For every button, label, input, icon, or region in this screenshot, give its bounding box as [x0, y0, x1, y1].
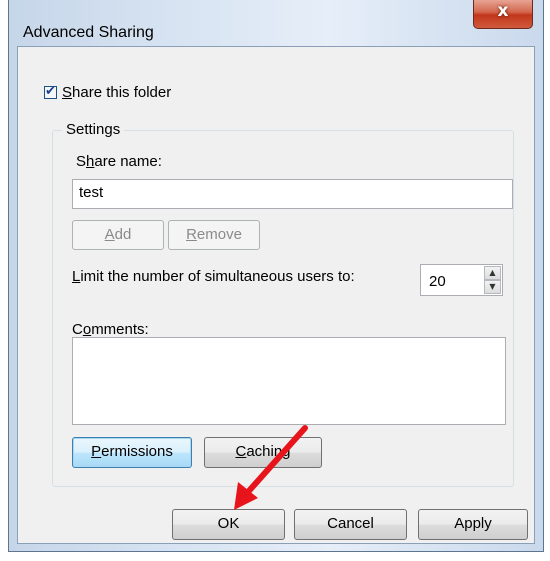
- arrow-shaft: [245, 425, 308, 495]
- annotation-arrow: [234, 425, 308, 510]
